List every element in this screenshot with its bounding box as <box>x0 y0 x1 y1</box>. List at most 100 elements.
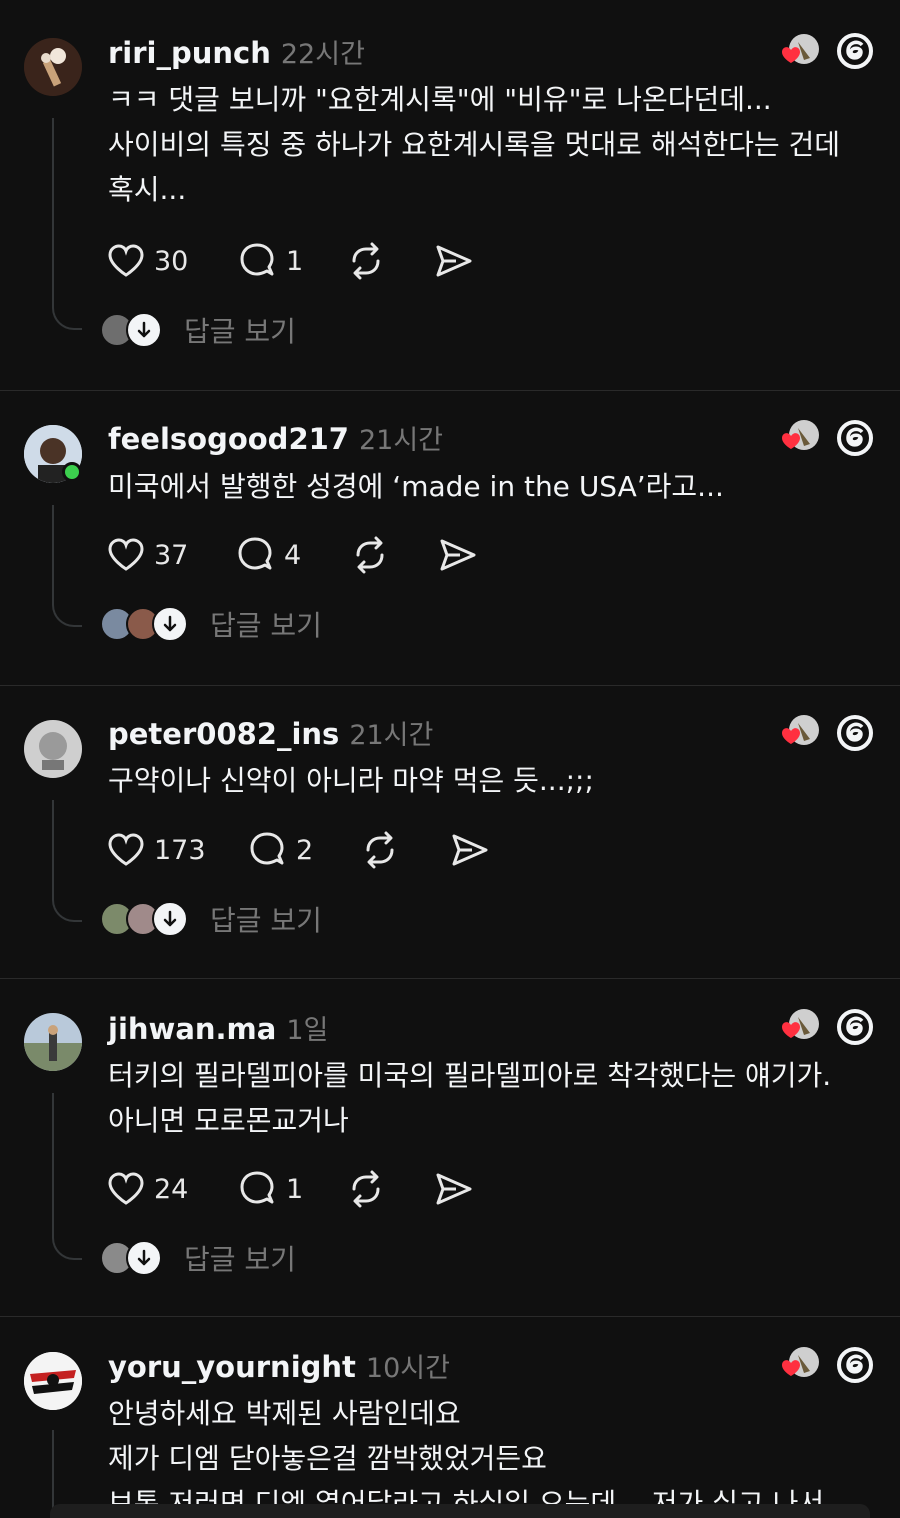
comment-count: 1 <box>286 1173 304 1205</box>
post-text-line: 안녕하세요 박제된 사람인데요 <box>108 1397 461 1430</box>
share-icon <box>452 834 488 866</box>
post-body: ㅋㅋ 댓글 보니까 "요한계시록"에 "비유"로 나온다던데... 사이비의 특… <box>108 77 878 212</box>
arrow-down-icon <box>126 312 162 348</box>
post-header: feelsogood217 21시간 <box>108 418 443 457</box>
post-header: peter0082_ins 21시간 <box>108 713 433 752</box>
repost-icon <box>352 242 380 280</box>
view-replies-label: 답글 보기 <box>184 315 296 348</box>
post-text-line: 미국에서 발행한 성경에 ‘made in the USA’라고... <box>108 470 724 503</box>
comment-icon <box>240 243 274 276</box>
post-body: 구약이나 신약이 아니라 마약 먹은 듯...;;; <box>108 758 878 803</box>
threads-logo-icon[interactable] <box>834 1006 876 1048</box>
post-text-line: ㅋㅋ 댓글 보니까 "요한계시록"에 "비유"로 나온다던데... <box>108 83 772 116</box>
view-replies[interactable]: 답글 보기 <box>100 312 296 348</box>
thread-line <box>52 1430 82 1512</box>
post-text-line: 구약이나 신약이 아니라 마약 먹은 듯...;;; <box>108 764 594 797</box>
post-time: 1일 <box>286 1015 329 1046</box>
comment-button[interactable]: 1 <box>238 241 303 281</box>
heart-icon <box>108 538 144 571</box>
threads-logo-icon[interactable] <box>834 712 876 754</box>
reaction-badge[interactable] <box>770 713 822 753</box>
view-replies[interactable]: 답글 보기 <box>100 1240 296 1276</box>
post-body: 미국에서 발행한 성경에 ‘made in the USA’라고... <box>108 464 878 509</box>
view-replies-label: 답글 보기 <box>210 609 322 642</box>
view-replies[interactable]: 답글 보기 <box>100 606 322 642</box>
repost-icon <box>366 831 394 869</box>
avatar[interactable] <box>24 1352 82 1410</box>
like-count: 24 <box>154 1173 189 1205</box>
post-body: 안녕하세요 박제된 사람인데요 제가 디엠 닫아놓은걸 깜박했었거든요 보통 저… <box>108 1391 878 1512</box>
comment-count: 4 <box>284 539 302 571</box>
share-button[interactable] <box>434 241 474 281</box>
post-text-line: 혹시... <box>108 173 187 206</box>
thread-line <box>52 1093 82 1260</box>
view-replies-label: 답글 보기 <box>184 1243 296 1276</box>
action-bar: 37 4 <box>106 535 506 575</box>
comment-button[interactable]: 2 <box>248 830 313 870</box>
thread-line <box>52 118 82 330</box>
heart-icon <box>108 1172 144 1205</box>
online-indicator <box>62 462 82 482</box>
share-button[interactable] <box>434 1169 474 1209</box>
post-text-line: 아니면 모로몬교거나 <box>108 1104 349 1137</box>
repost-icon <box>352 1170 380 1208</box>
action-bar: 173 2 <box>106 830 506 870</box>
share-icon <box>436 1173 472 1205</box>
post-header: jihwan.ma 1일 <box>108 1008 328 1047</box>
action-bar: 30 1 <box>106 241 506 281</box>
comment-icon <box>250 832 284 865</box>
arrow-down-icon <box>152 901 188 937</box>
repost-button[interactable] <box>350 535 390 575</box>
post-text-line: 사이비의 특징 중 하나가 요한계시록을 멋대로 해석한다는 건데 <box>108 128 841 161</box>
post-time: 21시간 <box>349 720 434 751</box>
like-button[interactable]: 173 <box>106 830 206 870</box>
comment-button[interactable]: 4 <box>236 535 301 575</box>
share-button[interactable] <box>450 830 490 870</box>
post-time: 21시간 <box>358 425 444 456</box>
comment-button[interactable]: 1 <box>238 1169 303 1209</box>
heart-icon <box>108 244 144 277</box>
comment-icon <box>240 1171 274 1204</box>
avatar[interactable] <box>24 38 82 96</box>
reaction-badge[interactable] <box>770 418 822 458</box>
reaction-badge[interactable] <box>770 1007 822 1047</box>
username[interactable]: jihwan.ma <box>108 1012 276 1046</box>
repost-button[interactable] <box>346 1169 386 1209</box>
threads-logo-icon[interactable] <box>834 1344 876 1386</box>
comment-icon <box>238 537 272 570</box>
like-button[interactable]: 37 <box>106 535 188 575</box>
view-replies[interactable]: 답글 보기 <box>100 901 322 937</box>
post-body: 터키의 필라델피아를 미국의 필라델피아로 착각했다는 얘기가. 아니면 모로몬… <box>108 1053 878 1143</box>
share-icon <box>440 539 476 571</box>
post-time: 10시간 <box>365 1353 450 1384</box>
threads-logo-icon[interactable] <box>834 30 876 72</box>
like-button[interactable]: 24 <box>106 1169 188 1209</box>
username[interactable]: peter0082_ins <box>108 717 339 751</box>
heart-icon <box>108 833 144 866</box>
username[interactable]: riri_punch <box>108 36 271 70</box>
action-bar: 24 1 <box>106 1169 506 1209</box>
post-time: 22시간 <box>280 39 365 70</box>
username[interactable]: feelsogood217 <box>108 422 349 456</box>
avatar[interactable] <box>24 1013 82 1071</box>
view-replies-label: 답글 보기 <box>210 904 322 937</box>
post-text-line: 제가 디엠 닫아놓은걸 깜박했었거든요 <box>108 1442 547 1475</box>
share-icon <box>436 245 472 277</box>
thread-line <box>52 505 82 627</box>
share-button[interactable] <box>438 535 478 575</box>
username[interactable]: yoru_yournight <box>108 1350 356 1384</box>
arrow-down-icon <box>126 1240 162 1276</box>
reaction-badge[interactable] <box>770 1345 822 1385</box>
post: jihwan.ma 1일 터키의 필라델피아를 미국의 필라델피아로 착각했다는 … <box>0 978 900 1316</box>
comment-count: 1 <box>286 245 304 277</box>
repost-button[interactable] <box>360 830 400 870</box>
post: feelsogood217 21시간 미국에서 발행한 성경에 ‘made in … <box>0 390 900 685</box>
like-button[interactable]: 30 <box>106 241 188 281</box>
repost-button[interactable] <box>346 241 386 281</box>
reaction-badge[interactable] <box>770 32 822 72</box>
avatar[interactable] <box>24 720 82 778</box>
post-text-line: 터키의 필라델피아를 미국의 필라델피아로 착각했다는 얘기가. <box>108 1059 832 1092</box>
like-count: 173 <box>154 834 206 866</box>
post: peter0082_ins 21시간 구약이나 신약이 아니라 마약 먹은 듯..… <box>0 685 900 978</box>
threads-logo-icon[interactable] <box>834 417 876 459</box>
